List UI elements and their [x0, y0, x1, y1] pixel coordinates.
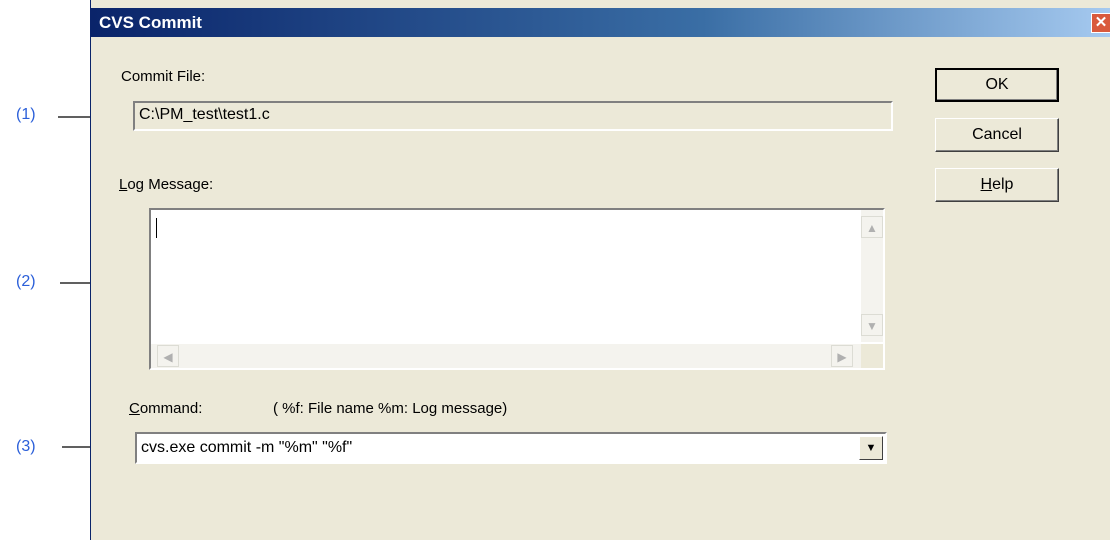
- command-hint: ( %f: File name %m: Log message): [273, 400, 508, 417]
- command-label: Command:: [129, 400, 202, 417]
- log-message-textarea[interactable]: ▲ ▼ ◀ ▶: [149, 208, 885, 370]
- annotation-label-1: (1): [16, 106, 36, 123]
- annotation-label-2: (2): [16, 273, 36, 290]
- commit-file-field: C:\PM_test\test1.c: [133, 101, 893, 131]
- help-mnemonic: H: [980, 176, 993, 193]
- dropdown-button[interactable]: ▼: [859, 436, 883, 460]
- log-message-label: Log Message:: [119, 176, 213, 193]
- command-label-text: ommand:: [139, 400, 203, 417]
- title-bar[interactable]: CVS Commit ✕: [91, 8, 1110, 37]
- scrollbar-corner: [861, 344, 883, 368]
- close-icon: ✕: [1094, 14, 1108, 31]
- annotation-label-3: (3): [16, 438, 36, 455]
- log-message-label-text: og Message:: [127, 176, 214, 193]
- scroll-down-icon[interactable]: ▼: [861, 314, 883, 336]
- help-button[interactable]: Help: [935, 168, 1059, 202]
- command-combobox[interactable]: cvs.exe commit -m "%m" "%f" ▼: [135, 432, 887, 464]
- command-mnemonic: C: [129, 400, 140, 417]
- commit-file-value: C:\PM_test\test1.c: [139, 106, 270, 123]
- cancel-button[interactable]: Cancel: [935, 118, 1059, 152]
- command-value: cvs.exe commit -m "%m" "%f": [141, 439, 353, 456]
- scroll-up-icon[interactable]: ▲: [861, 216, 883, 238]
- close-button[interactable]: ✕: [1091, 13, 1110, 33]
- log-horizontal-scrollbar[interactable]: ◀ ▶: [151, 344, 861, 368]
- dialog-title: CVS Commit: [99, 13, 202, 32]
- scroll-right-icon[interactable]: ▶: [831, 345, 853, 367]
- chevron-down-icon: ▼: [865, 442, 877, 454]
- commit-file-label: Commit File:: [121, 68, 206, 85]
- log-vertical-scrollbar[interactable]: ▲ ▼: [861, 210, 883, 342]
- help-label: elp: [992, 176, 1014, 193]
- text-caret: [156, 218, 157, 238]
- cvs-commit-dialog: CVS Commit ✕ Commit File: C:\PM_test\tes…: [90, 0, 1110, 540]
- ok-button[interactable]: OK: [935, 68, 1059, 102]
- scroll-left-icon[interactable]: ◀: [157, 345, 179, 367]
